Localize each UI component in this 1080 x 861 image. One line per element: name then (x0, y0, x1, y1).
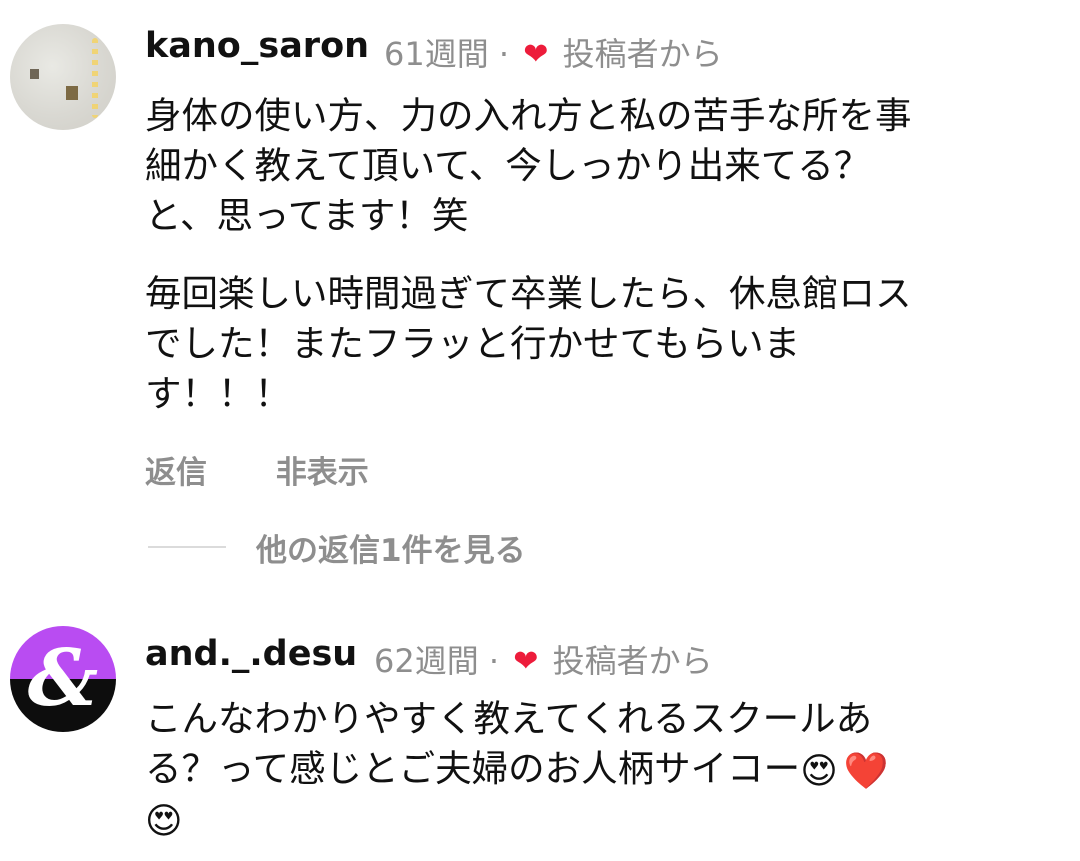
red-heart-emoji-icon: ❤️ (843, 751, 889, 792)
comments-page: kano_saron 61週間 · ❤ 投稿者から 身体の使い方、力の入れ方と私… (0, 0, 1080, 861)
avatar-photo-detail (92, 38, 98, 118)
comment-text-line: でした！またフラッと行かせてもらいま (145, 322, 801, 365)
avatar-photo-detail (30, 69, 39, 79)
reply-button[interactable]: 返信 (145, 447, 207, 492)
comment-text-line: 毎回楽しい時間過ぎて卒業したら、休息館ロス (145, 272, 912, 315)
comment-text: 毎回楽しい時間過ぎて卒業したら、休息館ロス でした！またフラッと行かせてもらいま… (145, 269, 912, 419)
meta-separator: · (488, 642, 500, 680)
comment-text: 身体の使い方、力の入れ方と私の苦手な所を事 細かく教えて頂いて、今しっかり出来て… (145, 91, 912, 241)
comment-time: 62週間 (374, 642, 479, 680)
comment-username[interactable]: kano_saron (145, 26, 369, 66)
comment-username[interactable]: and._.desu (145, 634, 357, 674)
avatar[interactable] (10, 24, 116, 130)
view-replies-button[interactable]: 他の返信1件を見る (148, 527, 526, 569)
comment-meta: 62週間 · ❤ 投稿者から (374, 636, 713, 682)
heart-icon: ❤ (523, 37, 549, 72)
comment-text: こんなわかりやすく教えてくれるスクールあ る？って感じとご夫婦のお人柄サイコー😍… (145, 694, 889, 844)
view-replies-label: 他の返信1件を見る (256, 532, 526, 569)
comment-text-line: 身体の使い方、力の入れ方と私の苦手な所を事 (145, 94, 912, 137)
heart-eyes-emoji-icon: 😍 (145, 801, 183, 842)
meta-separator: · (498, 35, 510, 73)
comment-text-line-with-emoji: る？って感じとご夫婦のお人柄サイコー😍 ❤️ (145, 744, 889, 794)
comment-meta: 61週間 · ❤ 投稿者から (384, 29, 723, 75)
comment-text-line: す！！！ (145, 372, 291, 415)
replies-divider-line (148, 546, 226, 548)
comment-text-line-with-emoji: 😍 (145, 794, 889, 844)
comment-actions: 返信 非表示 (145, 447, 369, 492)
comment-text-line: と、思ってます！笑 (145, 194, 469, 237)
from-author-label: 投稿者から (562, 35, 723, 73)
comment-text-line: こんなわかりやすく教えてくれるスクールあ (145, 697, 873, 740)
from-author-label: 投稿者から (552, 642, 713, 680)
heart-eyes-emoji-icon: 😍 (800, 751, 838, 792)
comment-time: 61週間 (384, 35, 489, 73)
avatar-photo-detail (66, 86, 78, 100)
comment-text-fragment: る？って感じとご夫婦のお人柄サイコー (145, 747, 801, 790)
avatar-ampersand-logo: & (27, 633, 99, 724)
avatar[interactable]: & (10, 626, 116, 732)
hide-button[interactable]: 非表示 (276, 447, 369, 492)
heart-icon: ❤ (513, 644, 539, 679)
comment-text-line: 細かく教えて頂いて、今しっかり出来てる？ (145, 144, 871, 187)
